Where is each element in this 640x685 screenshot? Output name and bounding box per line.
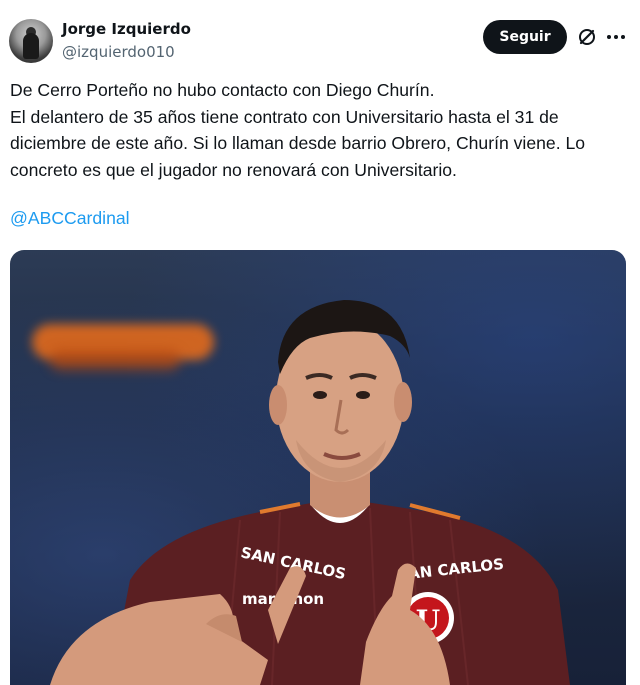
player-photo: SAN CARLOS SAN CARLOS marathon U: [50, 300, 570, 685]
tweet-header: Jorge Izquierdo @izquierdo010 Seguir: [0, 0, 640, 70]
avatar-figure: [23, 33, 39, 59]
more-icon[interactable]: [605, 27, 627, 47]
mention-link[interactable]: @ABCCardinal: [10, 208, 130, 229]
follow-button[interactable]: Seguir: [483, 20, 567, 54]
tweet-text-line: De Cerro Porteño no hubo contacto con Di…: [10, 80, 435, 100]
author-handle[interactable]: @izquierdo010: [62, 43, 175, 61]
tweet-text: De Cerro Porteño no hubo contacto con Di…: [10, 77, 630, 183]
tweet-text-line: diciembre de este año. Si lo llaman desd…: [10, 133, 586, 153]
grok-icon[interactable]: [577, 27, 597, 47]
author-name[interactable]: Jorge Izquierdo: [62, 20, 191, 38]
tweet-text-line: El delantero de 35 años tiene contrato c…: [10, 106, 559, 127]
avatar[interactable]: [9, 19, 53, 63]
tweet-text-line: concreto es que el jugador no renovará c…: [10, 159, 457, 180]
tweet-media-photo[interactable]: SAN CARLOS SAN CARLOS marathon U: [10, 250, 626, 685]
